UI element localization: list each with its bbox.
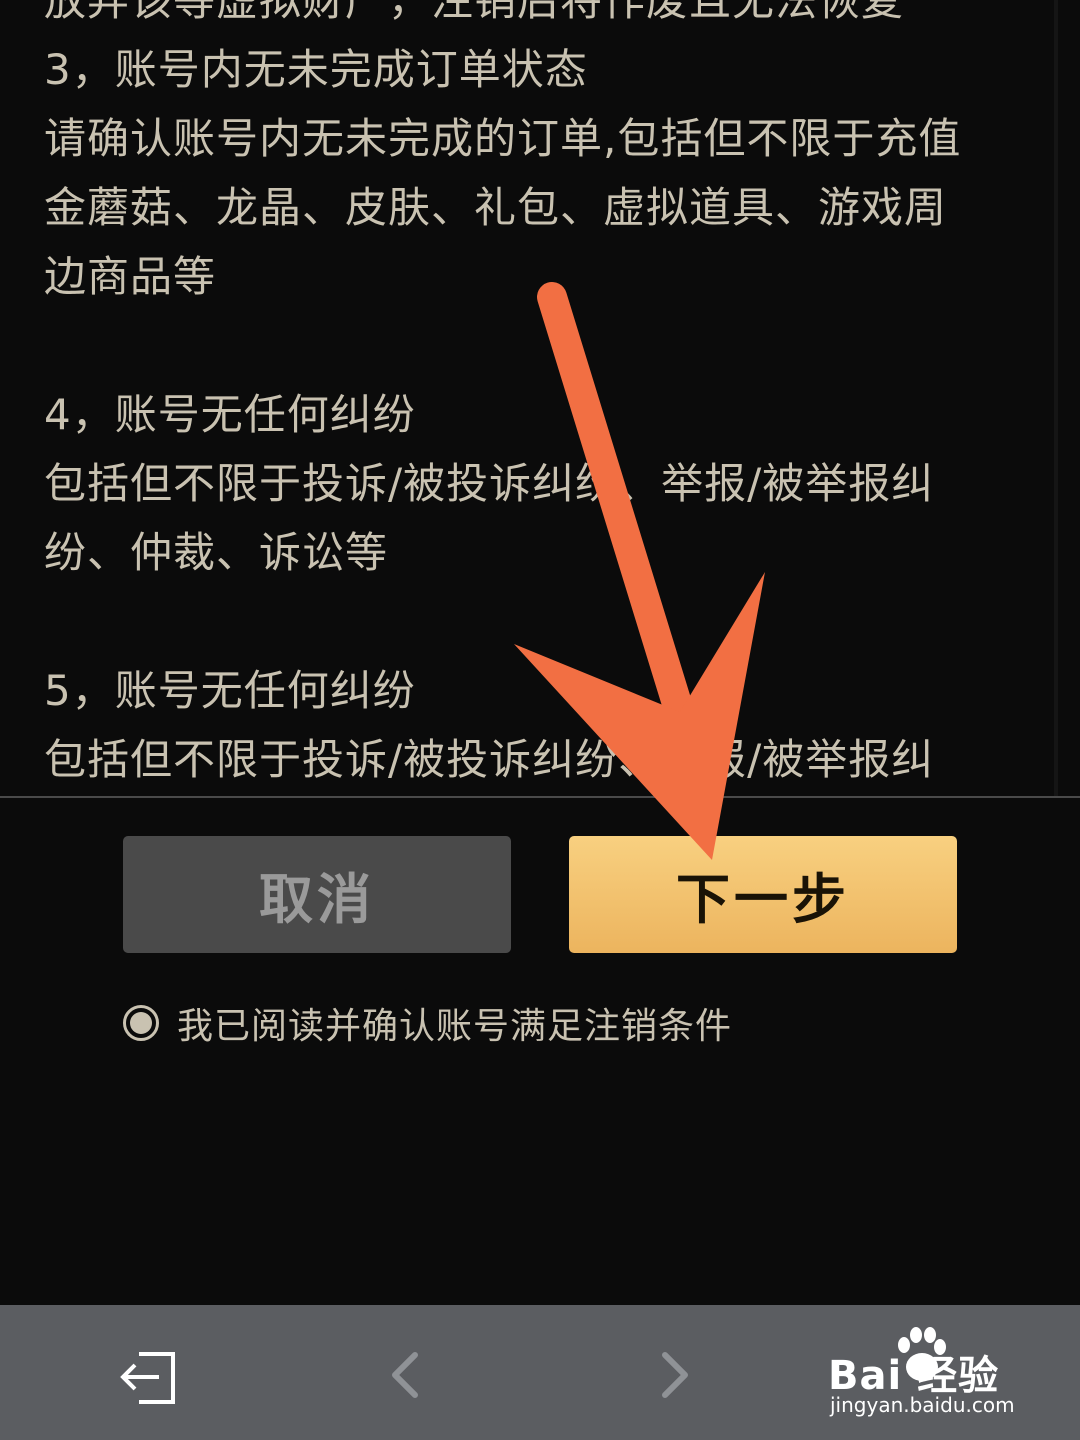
terms-line: 放弃该等虚拟财产，注销后将作废且无法恢复 xyxy=(44,0,905,25)
radio-icon[interactable] xyxy=(123,1005,159,1041)
scrollbar[interactable] xyxy=(1054,0,1058,796)
terms-content: 放弃该等虚拟财产，注销后将作废且无法恢复 3，账号内无未完成订单状态 请确认账号… xyxy=(44,0,1034,794)
cancel-button[interactable]: 取消 xyxy=(123,836,511,953)
watermark-url: jingyan.baidu.com xyxy=(830,1393,1015,1417)
radio-dot xyxy=(130,1012,152,1034)
exit-icon xyxy=(120,1352,175,1404)
terms-line: 包括但不限于投诉/被投诉纠纷、举报/被举报纠 xyxy=(44,735,935,784)
terms-line: 边商品等 xyxy=(44,252,217,301)
exit-button[interactable] xyxy=(110,1335,190,1415)
terms-line: 请确认账号内无未完成的订单,包括但不限于充值 xyxy=(44,114,962,163)
terms-line: 纷、仲裁、诉讼等 xyxy=(44,528,389,577)
terms-line: 包括但不限于投诉/被投诉纠纷、举报/被举报纠 xyxy=(44,459,935,508)
terms-heading: 3，账号内无未完成订单状态 xyxy=(44,45,588,94)
terms-scroll-area[interactable]: 放弃该等虚拟财产，注销后将作废且无法恢复 3，账号内无未完成订单状态 请确认账号… xyxy=(0,0,1080,796)
chevron-left-icon xyxy=(392,1352,418,1398)
baidu-jingyan-watermark: Bai 经验 jingyan.baidu.com xyxy=(828,1325,1028,1425)
agreement-checkbox[interactable]: 我已阅读并确认账号满足注销条件 xyxy=(123,998,732,1048)
divider xyxy=(0,796,1080,798)
back-button[interactable] xyxy=(365,1335,445,1415)
screen: 放弃该等虚拟财产，注销后将作废且无法恢复 3，账号内无未完成订单状态 请确认账号… xyxy=(0,0,1080,1440)
forward-button[interactable] xyxy=(635,1335,715,1415)
terms-heading: 5，账号无任何纠纷 xyxy=(44,666,416,715)
terms-line: 金蘑菇、龙晶、皮肤、礼包、虚拟道具、游戏周 xyxy=(44,183,948,232)
terms-heading: 4，账号无任何纠纷 xyxy=(44,390,416,439)
bottom-nav-bar: Bai 经验 jingyan.baidu.com xyxy=(0,1305,1080,1440)
next-step-button[interactable]: 下一步 xyxy=(569,836,957,953)
chevron-right-icon xyxy=(662,1352,688,1398)
agreement-label: 我已阅读并确认账号满足注销条件 xyxy=(177,1006,733,1047)
